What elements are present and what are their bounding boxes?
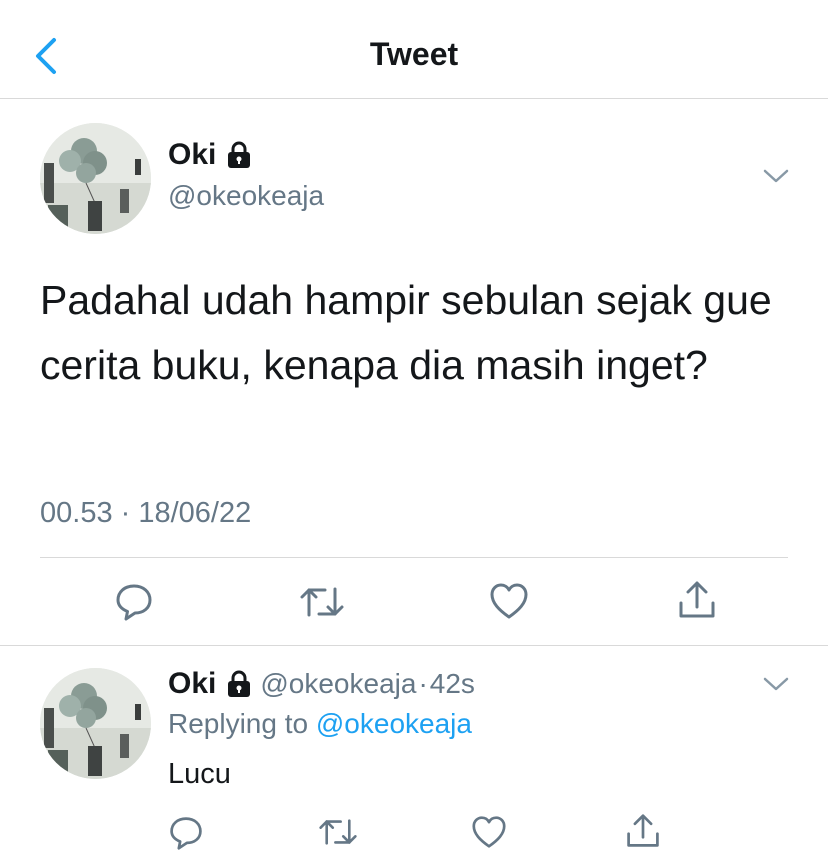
meta-separator: · — [112, 497, 139, 529]
time-separator: · — [418, 668, 428, 699]
reply-more-options-button[interactable] — [763, 676, 789, 697]
tweet-date: 18/06/22 — [138, 497, 252, 529]
divider — [40, 557, 788, 558]
reply-retweet-button[interactable] — [318, 815, 358, 854]
like-button[interactable] — [489, 582, 529, 625]
chevron-down-icon — [763, 169, 789, 183]
reply-author-handle[interactable]: @okeokeaja — [260, 668, 416, 700]
share-icon — [627, 814, 659, 847]
author-handle[interactable]: @okeokeaja — [168, 180, 324, 212]
reply-reply-button[interactable] — [168, 815, 204, 856]
reply-avatar[interactable] — [40, 668, 151, 779]
author-name-row: Oki — [168, 138, 252, 172]
top-nav-bar: Tweet — [0, 0, 828, 99]
retweet-button[interactable] — [299, 583, 345, 626]
replying-to-line: Replying to @okeokeaja — [168, 708, 472, 740]
reply-bubble-icon — [170, 817, 202, 850]
share-icon — [679, 581, 715, 618]
avatar[interactable] — [40, 123, 151, 234]
divider — [0, 645, 828, 646]
page-title: Tweet — [369, 36, 459, 72]
replying-to-link[interactable]: @okeokeaja — [316, 708, 472, 739]
retweet-icon — [319, 819, 357, 845]
reply-author-name[interactable]: Oki — [168, 667, 216, 701]
reply-header-row: Oki @okeokeaja · 42s — [168, 667, 475, 701]
author-name[interactable]: Oki — [168, 138, 216, 172]
reply-share-button[interactable] — [625, 812, 661, 855]
more-options-button[interactable] — [763, 168, 789, 189]
reply-like-button[interactable] — [471, 815, 507, 854]
retweet-icon — [300, 587, 344, 617]
reply-button[interactable] — [114, 582, 154, 627]
heart-icon — [490, 583, 528, 619]
lock-icon — [228, 670, 251, 697]
tweet-text: Padahal udah hampir sebulan sejak gue ce… — [40, 277, 772, 388]
tweet-timestamp: 00.53 · 18/06/22 — [40, 497, 251, 530]
replying-to-label: Replying to — [168, 708, 316, 739]
heart-icon — [472, 816, 506, 848]
share-button[interactable] — [677, 579, 717, 626]
chevron-down-icon — [763, 677, 789, 691]
reply-text: Lucu — [168, 758, 231, 790]
tweet-time: 00.53 — [40, 497, 113, 529]
reply-time-ago: 42s — [429, 668, 475, 699]
lock-icon — [228, 141, 251, 168]
reply-bubble-icon — [116, 584, 152, 621]
